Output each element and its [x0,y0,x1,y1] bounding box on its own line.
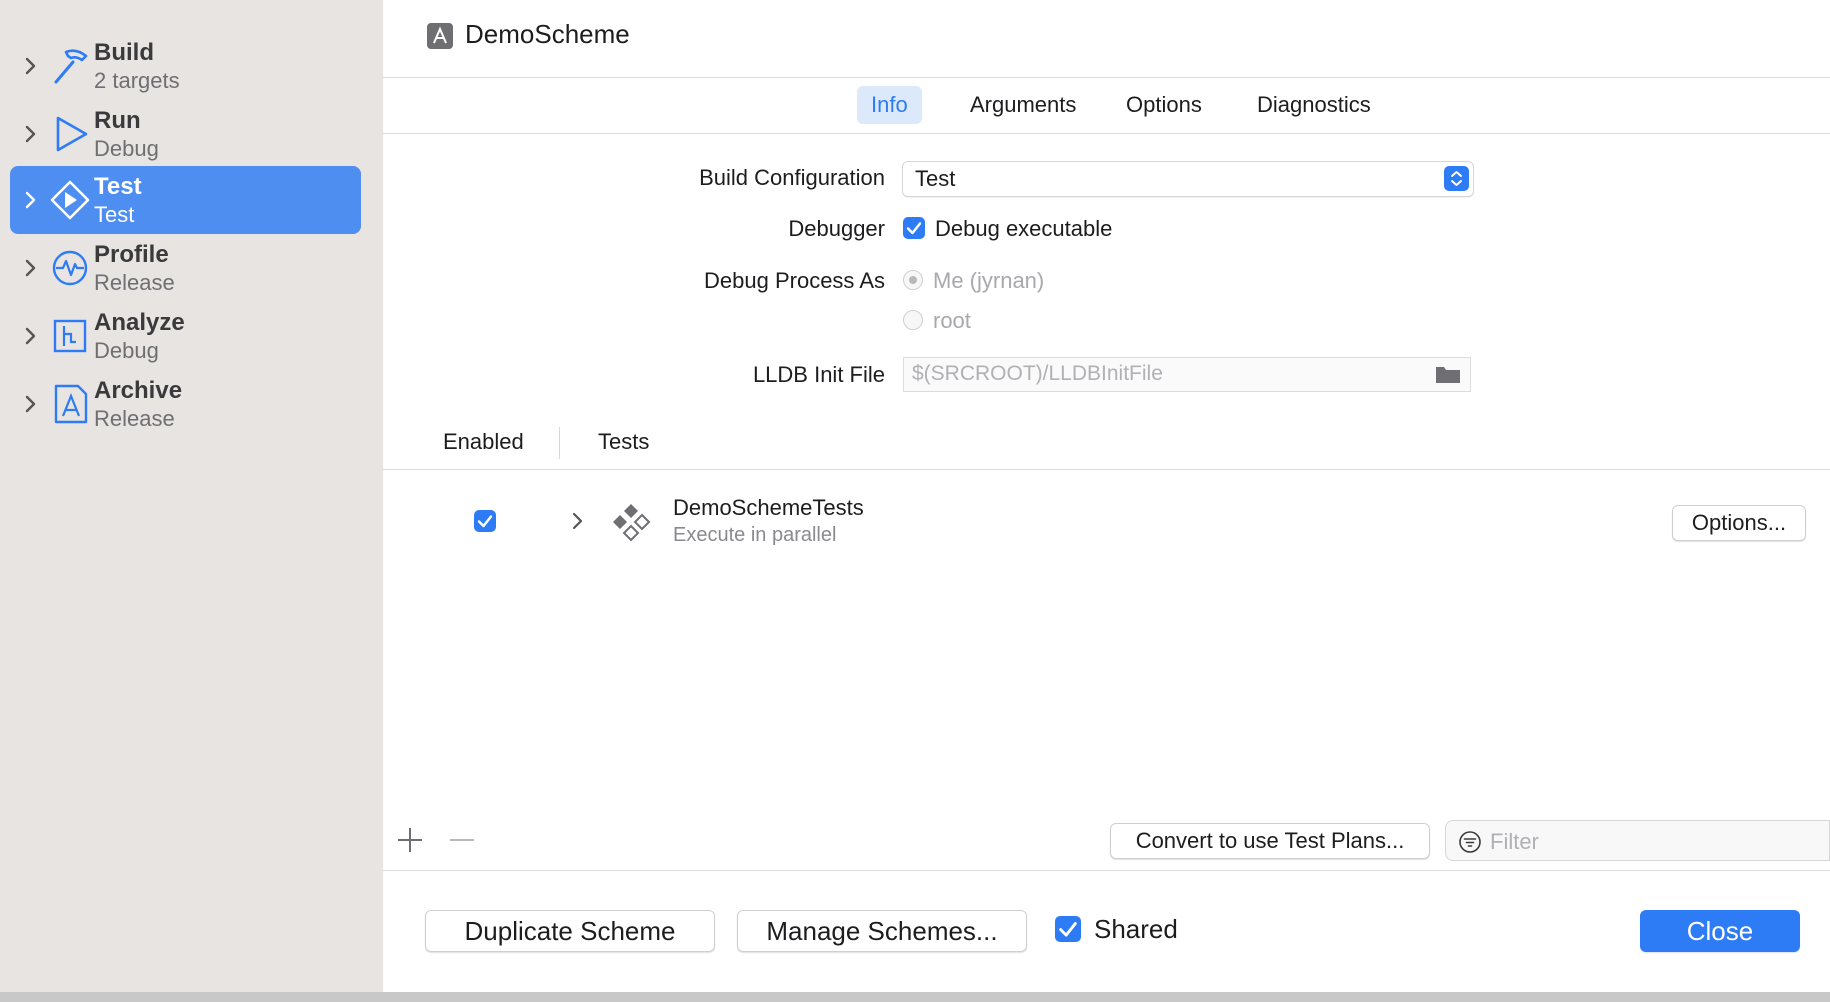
radio-dot [909,276,917,284]
test-bundle-icon [613,504,651,542]
filter-icon [1459,831,1481,853]
tab-diagnostics[interactable]: Diagnostics [1243,86,1385,124]
hammer-icon [54,49,88,84]
tab-info[interactable]: Info [857,86,922,124]
close-button[interactable]: Close [1640,910,1800,952]
add-icon[interactable] [395,825,425,855]
manage-schemes-button[interactable]: Manage Schemes... [737,910,1027,952]
build-configuration-popup[interactable]: Test [902,161,1474,197]
debug-executable-label: Debug executable [935,216,1113,241]
checkmark-icon [906,222,922,235]
sidebar-item-run[interactable]: Run Debug [10,100,361,168]
sidebar-item-subtitle: 2 targets [94,68,180,93]
column-tests[interactable]: Tests [598,429,649,455]
column-enabled[interactable]: Enabled [443,429,524,455]
chevron-right-icon[interactable] [18,122,42,146]
radio-me[interactable] [903,270,923,290]
window-bottom-edge [0,992,1830,1002]
scheme-action-sidebar: Build 2 targets Run Debug Test Test Prof… [0,0,383,992]
lldb-init-file-field[interactable]: $(SRCROOT)/LLDBInitFile [903,357,1471,392]
shared-label: Shared [1094,914,1178,944]
sidebar-item-subtitle: Debug [94,338,159,363]
debug-executable-checkbox[interactable] [903,217,925,239]
sidebar-item-archive[interactable]: Archive Release [10,370,361,438]
waveform-icon [52,250,88,286]
play-icon [56,116,88,152]
sidebar-item-build[interactable]: Build 2 targets [10,32,361,100]
build-configuration-value: Test [915,166,956,191]
remove-icon[interactable] [447,825,477,855]
radio-root[interactable] [903,310,923,330]
sidebar-item-analyze[interactable]: Analyze Debug [10,302,361,370]
sidebar-item-profile[interactable]: Profile Release [10,234,361,302]
sidebar-item-title: Build [94,39,154,66]
sidebar-item-title: Archive [94,377,183,404]
chevron-right-icon[interactable] [18,188,42,212]
sidebar-item-title: Profile [94,241,169,268]
chevron-right-icon[interactable] [18,324,42,348]
sidebar-item-title: Test [94,173,142,200]
disclosure-chevron-icon[interactable] [565,509,589,533]
build-configuration-label: Build Configuration [699,165,885,190]
radio-root-label: root [933,308,971,333]
stepper-arrows-icon [1444,166,1469,191]
tests-table-header: Enabled Tests [383,425,1830,470]
test-name: DemoSchemeTests [673,495,864,520]
scheme-title: DemoScheme [465,19,630,49]
chevron-right-icon[interactable] [18,54,42,78]
scheme-app-icon [427,23,453,49]
sidebar-item-title: Run [94,107,141,134]
sidebar-item-subtitle: Debug [94,136,159,161]
test-diamond-icon [50,180,90,220]
sidebar-item-subtitle: Release [94,406,175,431]
scheme-tabs: Info Arguments Options Diagnostics [383,78,1830,134]
duplicate-scheme-button[interactable]: Duplicate Scheme [425,910,715,952]
sidebar-item-subtitle: Release [94,270,175,295]
archive-icon [54,384,88,424]
tab-options[interactable]: Options [1112,86,1216,124]
debug-process-as-label: Debug Process As [704,268,885,293]
chevron-right-icon[interactable] [18,256,42,280]
test-options-button[interactable]: Options... [1672,505,1806,541]
checkmark-icon [1059,922,1077,937]
sidebar-item-test[interactable]: Test Test [10,166,361,234]
radio-me-label: Me (jyrnan) [933,268,1045,293]
footer-divider [383,870,1830,871]
debugger-label: Debugger [788,216,885,241]
filter-field[interactable]: Filter [1445,820,1830,861]
analyze-icon [53,319,87,353]
test-enabled-checkbox[interactable] [474,510,496,532]
tab-arguments[interactable]: Arguments [956,86,1090,124]
lldb-init-file-label: LLDB Init File [752,362,885,387]
convert-test-plans-button[interactable]: Convert to use Test Plans... [1110,823,1430,859]
filter-placeholder: Filter [1490,829,1539,854]
sidebar-item-title: Analyze [94,309,185,336]
shared-checkbox[interactable] [1055,916,1081,942]
sidebar-item-subtitle: Test [94,202,135,227]
checkmark-icon [477,515,493,528]
column-divider [559,427,560,459]
folder-icon[interactable] [1434,362,1462,386]
lldb-init-file-placeholder: $(SRCROOT)/LLDBInitFile [912,362,1163,385]
scheme-header: DemoScheme [383,0,1830,78]
test-detail: Execute in parallel [673,524,837,546]
chevron-right-icon[interactable] [18,392,42,416]
